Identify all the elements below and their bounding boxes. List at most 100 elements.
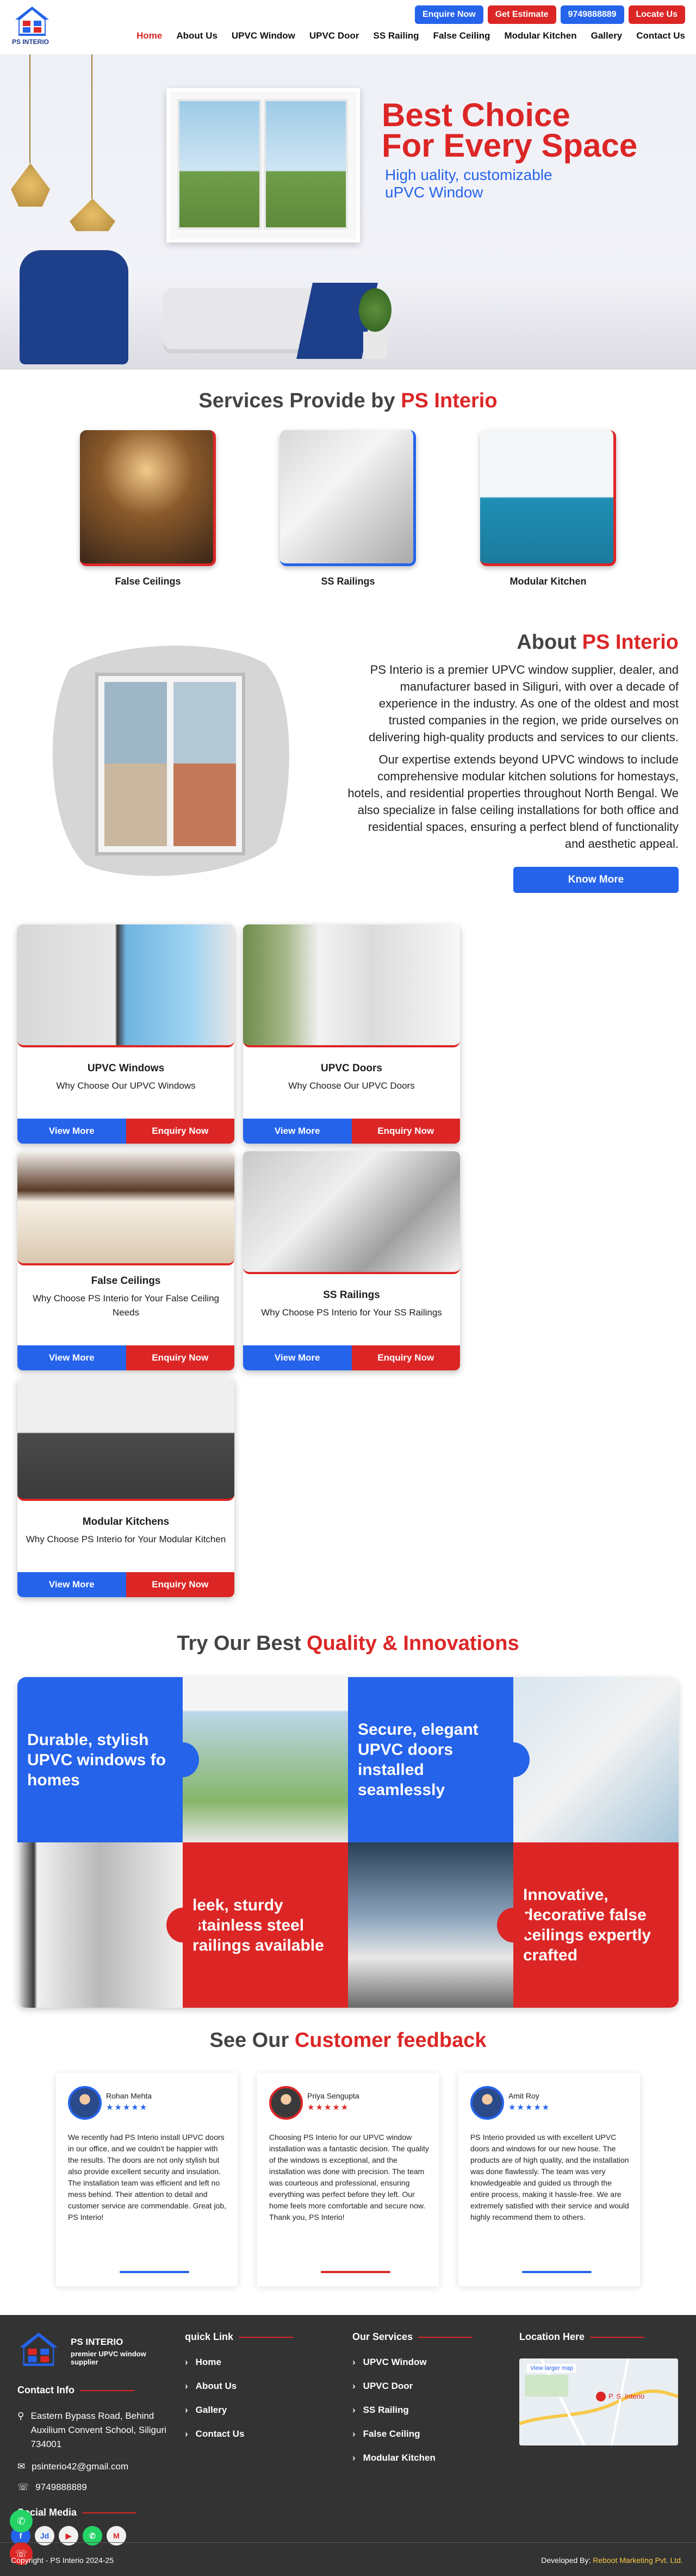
footer-link-contact-us[interactable]: Contact Us — [185, 2429, 293, 2440]
quality-tile-text: Secure, elegant UPVC doors installed sea… — [358, 1721, 478, 1799]
know-more-button[interactable]: Know More — [513, 867, 679, 893]
product-title: UPVC Doors — [321, 1063, 382, 1074]
service-label: Modular Kitchen — [509, 576, 587, 587]
feedback-section: See Our Customer feedback Rohan Mehta ★★… — [0, 1994, 696, 2315]
nav-upvc-door[interactable]: UPVC Door — [309, 30, 359, 41]
upvc-door-image — [513, 1677, 679, 1842]
nav-about-us[interactable]: About Us — [176, 30, 217, 41]
footer-brand-tagline: premier UPVC window supplier — [71, 2350, 146, 2366]
upvc-door-image — [243, 924, 460, 1047]
footer-link-home[interactable]: Home — [185, 2357, 293, 2368]
plant-leaves — [359, 288, 391, 332]
services-title-highlight: PS Interio — [401, 389, 498, 412]
nav-ss-railing[interactable]: SS Railing — [373, 30, 419, 41]
footer-link-modular-kitchen[interactable]: Modular Kitchen — [352, 2453, 473, 2463]
service-card-modular-kitchen[interactable]: Modular Kitchen — [480, 430, 616, 587]
card-accent — [120, 2271, 189, 2273]
upvc-door-interior-image — [17, 1842, 183, 2008]
contact-info: Contact Info ⚲ Eastern Bypass Road, Behin… — [17, 2385, 181, 2518]
footer-brand-name: PS INTERIO — [71, 2337, 123, 2347]
product-desc: Why Choose Our UPVC Doors — [288, 1081, 415, 1091]
footer-link-about-us[interactable]: About Us — [185, 2381, 293, 2392]
location-title-text: Location Here — [519, 2331, 585, 2342]
ss-railing-image — [280, 430, 416, 566]
view-more-button[interactable]: View More — [17, 1119, 126, 1144]
heading-underline — [239, 2337, 294, 2338]
site-footer: PS INTERIO premier UPVC window supplier … — [0, 2315, 696, 2576]
service-card-false-ceilings[interactable]: False Ceilings — [80, 430, 216, 587]
developer-link[interactable]: Reboot Marketing Pvt. Ltd. — [593, 2556, 683, 2565]
footer-link-false-ceiling[interactable]: False Ceiling — [352, 2429, 473, 2440]
nav-false-ceiling[interactable]: False Ceiling — [433, 30, 490, 41]
rating-stars-icon: ★★★★★ — [307, 2103, 350, 2112]
footer-link-upvc-door[interactable]: UPVC Door — [352, 2381, 473, 2392]
email-row[interactable]: ✉ psinterio42@gmail.com — [17, 2461, 181, 2472]
phone-text[interactable]: 9749888889 — [35, 2482, 87, 2493]
view-more-button[interactable]: View More — [17, 1572, 126, 1597]
phone-button[interactable]: 9749888889 — [560, 5, 624, 24]
enquiry-now-button[interactable]: Enquiry Now — [351, 1345, 460, 1370]
phone-row[interactable]: ☏ 9749888889 — [17, 2482, 181, 2493]
rating-stars-icon: ★★★★★ — [106, 2103, 148, 2112]
nav-upvc-window[interactable]: UPVC Window — [232, 30, 295, 41]
nav-gallery[interactable]: Gallery — [591, 30, 623, 41]
enquire-now-button[interactable]: Enquire Now — [414, 5, 483, 24]
view-more-button[interactable]: View More — [17, 1345, 126, 1370]
locate-us-button[interactable]: Locate Us — [628, 5, 685, 24]
tile-notch — [166, 1908, 199, 1942]
nav-home[interactable]: Home — [136, 30, 162, 41]
footer-link-upvc-window[interactable]: UPVC Window — [352, 2357, 473, 2368]
quality-title-highlight: Quality & Innovations — [307, 1632, 519, 1655]
our-services-title: Our Services — [352, 2331, 473, 2343]
hero-title-line1: Best Choice — [382, 97, 570, 133]
services-links: Our Services UPVC Window UPVC Door SS Ra… — [352, 2331, 473, 2476]
testimonial-card: Amit Roy ★★★★★ PS Interio provided us wi… — [458, 2073, 640, 2286]
quality-tile-text: Durable, stylish UPVC windows for homes — [27, 1730, 172, 1789]
heading-underline — [82, 2512, 137, 2514]
nav-modular-kitchen[interactable]: Modular Kitchen — [504, 30, 576, 41]
location-title: Location Here — [519, 2331, 645, 2343]
product-title: False Ceilings — [91, 1275, 161, 1287]
footer-link-gallery[interactable]: Gallery — [185, 2405, 293, 2416]
service-card-ss-railings[interactable]: SS Railings — [280, 430, 416, 587]
developer-credit: Developed By: Reboot Marketing Pvt. Ltd. — [541, 2556, 683, 2565]
pendant-lamp — [70, 198, 115, 231]
enquiry-now-button[interactable]: Enquiry Now — [126, 1572, 234, 1597]
hero-title-line2: For Every Space — [382, 127, 638, 164]
nav-contact-us[interactable]: Contact Us — [636, 30, 685, 41]
heading-underline — [80, 2390, 134, 2392]
quick-links-title: quick Link — [185, 2331, 294, 2343]
product-grid: UPVC Windows Why Choose Our UPVC Windows… — [0, 924, 696, 1597]
location-map[interactable]: View larger map P. S. Interio — [519, 2358, 678, 2445]
floating-whatsapp-icon[interactable]: ✆ — [10, 2510, 33, 2532]
footer-logo-icon[interactable] — [17, 2331, 60, 2367]
hero-subtitle: High uality, customizable uPVC Window — [385, 166, 602, 201]
about-paragraph: PS Interio is a premier UPVC window supp… — [369, 663, 679, 744]
about-paragraph: Our expertise extends beyond UPVC window… — [347, 753, 679, 851]
ss-railing-image — [243, 1151, 460, 1274]
product-card: False Ceilings Why Choose PS Interio for… — [17, 1151, 234, 1370]
our-services-title-text: Our Services — [352, 2331, 413, 2342]
logo[interactable]: PS INTERIO — [12, 5, 54, 49]
get-estimate-button[interactable]: Get Estimate — [487, 5, 556, 24]
services-title: Services Provide by PS Interio — [0, 389, 696, 413]
product-title: SS Railings — [323, 1289, 380, 1301]
quality-tile: Durable, stylish UPVC windows for homes — [17, 1677, 199, 1842]
email-text[interactable]: psinterio42@gmail.com — [32, 2461, 128, 2472]
enquiry-now-button[interactable]: Enquiry Now — [126, 1119, 234, 1144]
phone-icon: ☏ — [17, 2482, 29, 2492]
armchair-image — [20, 250, 128, 364]
product-card: SS Railings Why Choose PS Interio for Yo… — [243, 1151, 460, 1370]
about-text: PS Interio is a premier UPVC window supp… — [346, 661, 679, 858]
view-larger-map-link[interactable]: View larger map — [527, 2364, 577, 2373]
enquiry-now-button[interactable]: Enquiry Now — [126, 1345, 234, 1370]
footer-link-ss-railing[interactable]: SS Railing — [352, 2405, 473, 2416]
product-title: UPVC Windows — [87, 1063, 165, 1074]
enquiry-now-button[interactable]: Enquiry Now — [351, 1119, 460, 1144]
heading-underline — [418, 2337, 473, 2338]
quality-tile: Innovative, decorative false ceilings ex… — [497, 1842, 679, 2008]
window-pane — [177, 99, 262, 229]
view-more-button[interactable]: View More — [243, 1345, 352, 1370]
view-more-button[interactable]: View More — [243, 1119, 352, 1144]
heading-underline — [590, 2337, 645, 2338]
